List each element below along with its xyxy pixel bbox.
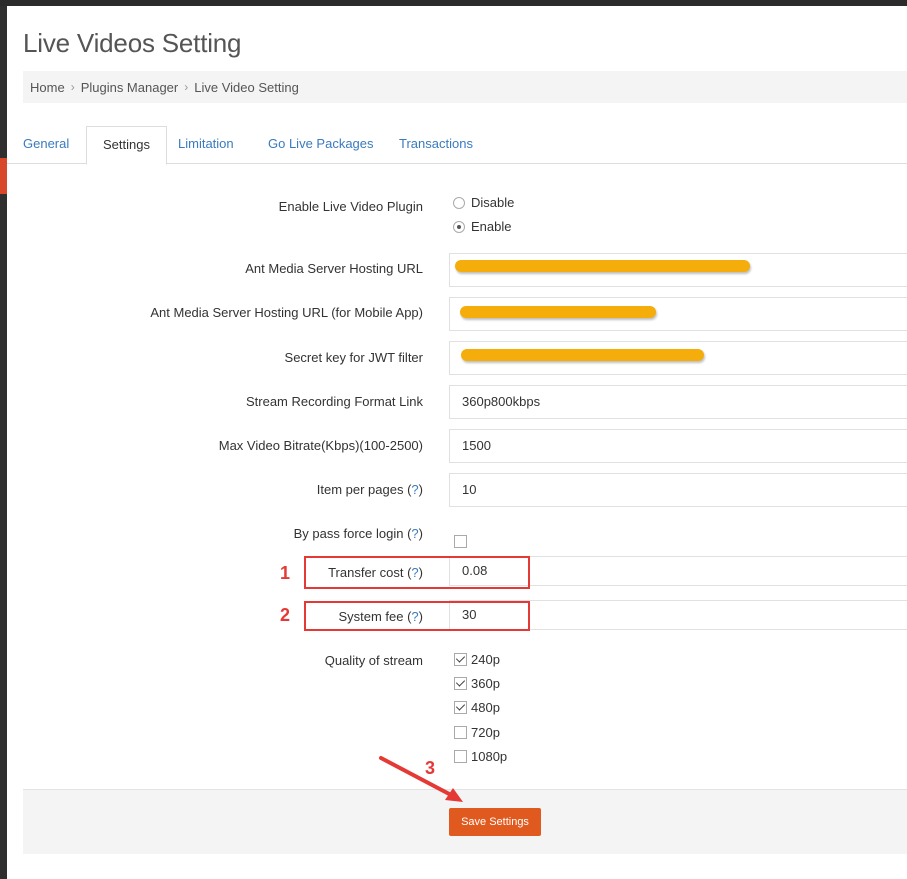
quality-option-360p[interactable]: 360p <box>454 676 500 691</box>
radio-button-checked[interactable] <box>453 220 465 233</box>
checkbox-checked[interactable] <box>454 677 467 690</box>
recording-format-label: Stream Recording Format Link <box>245 394 423 409</box>
quality-option-label: 360p <box>471 676 500 691</box>
items-per-page-label: Item per pages (?) <box>316 482 423 497</box>
quality-option-label: 1080p <box>471 749 508 764</box>
breadcrumb-plugins-manager[interactable]: Plugins Manager <box>81 80 179 95</box>
page-title: Live Videos Setting <box>23 28 242 58</box>
quality-option-240p[interactable]: 240p <box>454 652 500 667</box>
radio-button[interactable] <box>453 196 465 209</box>
tab-transactions[interactable]: Transactions <box>383 126 489 164</box>
quality-option-720p[interactable]: 720p <box>454 725 500 740</box>
tab-limitation[interactable]: Limitation <box>162 126 250 164</box>
quality-option-label: 240p <box>471 652 500 667</box>
checkbox[interactable] <box>454 726 467 739</box>
breadcrumb-live-video-setting: Live Video Setting <box>194 79 299 95</box>
max-bitrate-label: Max Video Bitrate(Kbps)(100-2500) <box>218 438 423 453</box>
checkbox[interactable] <box>454 535 467 548</box>
bypass-force-login-label: By pass force login (?) <box>293 526 423 541</box>
annotation-number-1: 1 <box>280 563 291 583</box>
quality-option-480p[interactable]: 480p <box>454 700 500 715</box>
tab-general[interactable]: General <box>7 126 85 164</box>
chevron-right-icon: › <box>184 80 189 94</box>
hosting-url-label: Ant Media Server Hosting URL <box>245 261 423 276</box>
radio-disable[interactable]: Disable <box>453 195 514 210</box>
tab-settings[interactable]: Settings <box>86 126 167 165</box>
top-bar <box>0 0 907 6</box>
secret-key-label: Secret key for JWT filter <box>284 350 423 365</box>
annotation-box-1 <box>304 556 530 589</box>
help-link[interactable]: ? <box>411 482 418 497</box>
annotation-arrow-icon <box>379 756 463 802</box>
left-sidebar <box>0 6 7 879</box>
annotation-number-2: 2 <box>280 605 291 625</box>
max-bitrate-input[interactable]: 1500 <box>449 429 907 463</box>
save-settings-button[interactable]: Save Settings <box>449 808 541 836</box>
redaction-mark <box>461 349 704 361</box>
recording-format-input[interactable]: 360p800kbps <box>449 385 907 419</box>
redaction-mark <box>460 306 656 318</box>
quality-option-label: 480p <box>471 700 500 715</box>
hosting-url-mobile-label: Ant Media Server Hosting URL (for Mobile… <box>150 305 423 320</box>
annotation-box-2 <box>304 601 530 631</box>
quality-label: Quality of stream <box>324 653 423 668</box>
radio-enable[interactable]: Enable <box>453 219 511 234</box>
items-per-page-input[interactable]: 10 <box>449 473 907 507</box>
breadcrumb-home[interactable]: Home <box>30 80 65 95</box>
quality-option-label: 720p <box>471 725 500 740</box>
redaction-mark <box>455 260 750 272</box>
tab-bar: General Settings Limitation Go Live Pack… <box>7 126 907 165</box>
enable-plugin-label: Enable Live Video Plugin <box>278 199 423 214</box>
bypass-force-login-checkbox[interactable] <box>454 535 471 548</box>
radio-enable-label: Enable <box>471 219 512 234</box>
tab-go-live-packages[interactable]: Go Live Packages <box>252 126 390 164</box>
checkbox-checked[interactable] <box>454 653 467 666</box>
breadcrumb: Home › Plugins Manager › Live Video Sett… <box>23 71 907 103</box>
sidebar-active-marker <box>0 158 7 194</box>
chevron-right-icon: › <box>70 80 75 94</box>
items-per-page-label-text: Item per pages <box>316 482 404 497</box>
checkbox-checked[interactable] <box>454 701 467 714</box>
help-link[interactable]: ? <box>411 526 418 541</box>
radio-disable-label: Disable <box>471 195 515 210</box>
bypass-force-login-label-text: By pass force login <box>293 526 404 541</box>
